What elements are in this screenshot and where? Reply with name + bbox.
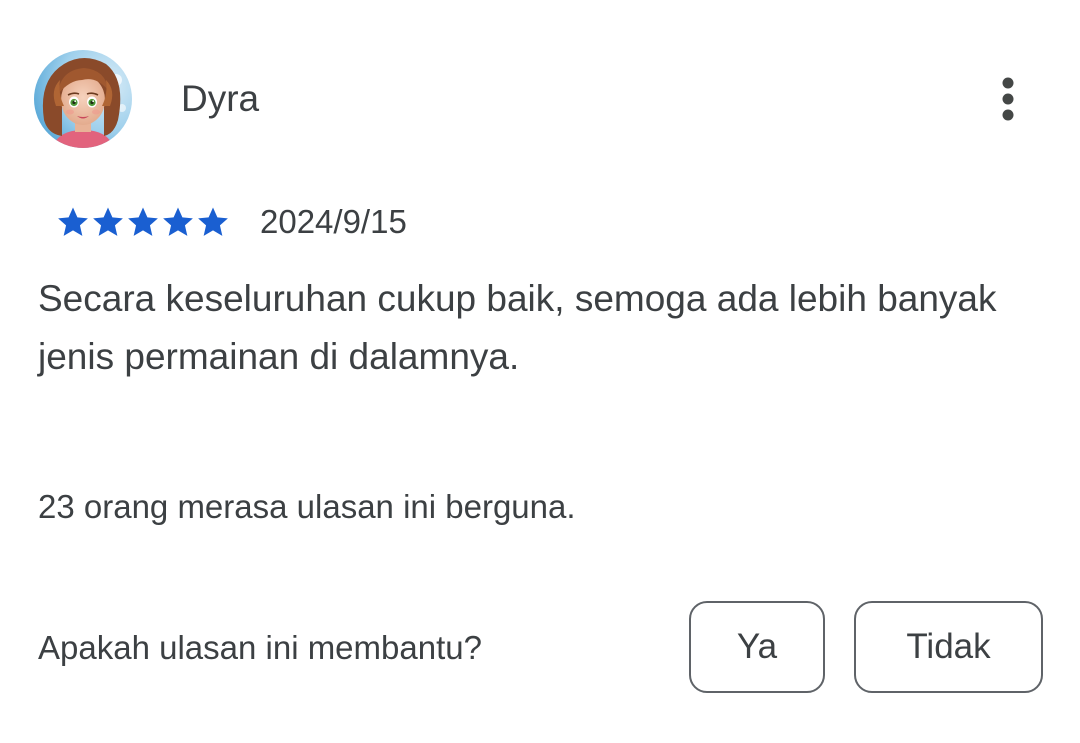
rating-row: 2024/9/15 [56, 202, 407, 242]
reviewer-avatar[interactable] [34, 50, 132, 148]
more-vert-icon [1002, 77, 1014, 121]
star-icon [163, 207, 193, 236]
star-rating [56, 205, 230, 239]
review-card: Dyra 2024/9/15 Secara keseluruhan cukup … [0, 0, 1080, 743]
avatar-illustration [34, 50, 132, 148]
star-icon [198, 207, 228, 236]
star-icon [128, 207, 158, 236]
review-text: Secara keseluruhan cukup baik, semoga ad… [38, 278, 997, 377]
star-icon [58, 207, 88, 236]
more-options-button[interactable] [984, 70, 1032, 128]
yes-button[interactable]: Ya [689, 601, 825, 693]
helpful-question: Apakah ulasan ini membantu? [38, 629, 482, 666]
review-date: 2024/9/15 [260, 203, 407, 240]
helpful-count: 23 orang merasa ulasan ini berguna. [38, 488, 576, 525]
no-button[interactable]: Tidak [854, 601, 1043, 693]
star-icon [93, 207, 123, 236]
reviewer-name: Dyra [181, 78, 260, 119]
